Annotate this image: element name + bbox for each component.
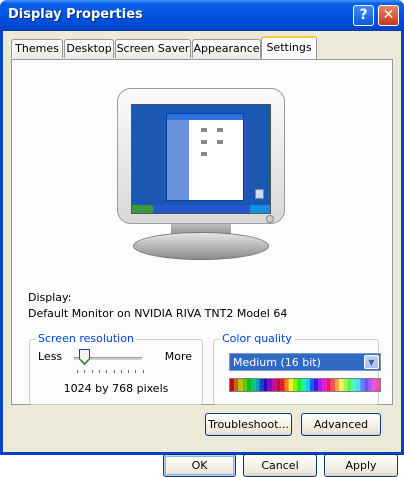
monitor-screen: [131, 104, 271, 214]
spectrum-swatch: [238, 379, 243, 391]
monitor-preview: [105, 72, 305, 272]
spectrum-swatch: [339, 379, 344, 391]
tab-settings[interactable]: Settings: [261, 36, 317, 59]
tab-appearance[interactable]: Appearance: [192, 39, 261, 58]
spectrum-swatch: [360, 379, 365, 391]
spectrum-swatch: [272, 379, 277, 391]
spectrum-swatch: [335, 379, 340, 391]
slider-tick: [98, 370, 100, 373]
slider-tick: [128, 370, 130, 373]
spectrum-swatch: [288, 379, 293, 391]
chevron-down-icon[interactable]: ▼: [364, 355, 379, 369]
color-quality-dropdown[interactable]: Medium (16 bit) ▼: [229, 353, 381, 371]
color-quality-group: Color quality Medium (16 bit) ▼: [213, 332, 381, 405]
title-bar[interactable]: Display Properties ? ✕: [0, 0, 404, 31]
resolution-value: 1024 by 768 pixels: [63, 382, 169, 395]
spectrum-swatch: [284, 379, 289, 391]
slider-tick: [120, 370, 122, 373]
spectrum-swatch: [234, 379, 239, 391]
spectrum-swatch: [326, 379, 331, 391]
slider-tick: [106, 370, 108, 373]
tab-themes[interactable]: Themes: [11, 39, 63, 58]
troubleshoot-button[interactable]: Troubleshoot...: [205, 413, 292, 436]
preview-tray: [250, 205, 270, 213]
settings-panel: Display: Default Monitor on NVIDIA RIVA …: [11, 59, 393, 405]
dialog-body: Themes Desktop Screen Saver Appearance S…: [3, 31, 401, 477]
spectrum-swatch: [305, 379, 310, 391]
spectrum-swatch: [364, 379, 369, 391]
advanced-button[interactable]: Advanced: [301, 413, 381, 436]
recycle-bin-icon: [255, 189, 264, 199]
cancel-button[interactable]: Cancel: [243, 454, 317, 477]
power-led-icon: [266, 215, 274, 223]
help-button[interactable]: ?: [353, 5, 374, 26]
color-quality-title: Color quality: [220, 332, 294, 345]
spectrum-swatch: [301, 379, 306, 391]
display-properties-window: Display Properties ? ✕ Themes Desktop Sc…: [0, 0, 404, 477]
slider-tick: [84, 370, 86, 373]
apply-button[interactable]: Apply: [324, 454, 398, 477]
monitor-bezel: [117, 88, 285, 224]
slider-tick: [142, 370, 144, 373]
screen-resolution-group: Screen resolution Less More 1024 by 768 …: [29, 332, 203, 405]
spectrum-swatch: [377, 379, 380, 391]
tab-screen-saver[interactable]: Screen Saver: [115, 39, 191, 58]
ok-button[interactable]: OK: [163, 454, 236, 477]
spectrum-swatch: [263, 379, 268, 391]
spectrum-swatch: [318, 379, 323, 391]
slider-tick: [91, 370, 93, 373]
spectrum-swatch: [230, 379, 235, 391]
more-label: More: [164, 350, 192, 363]
spectrum-swatch: [356, 379, 361, 391]
spectrum-swatch: [309, 379, 314, 391]
spectrum-swatch: [242, 379, 247, 391]
spectrum-swatch: [255, 379, 260, 391]
tab-desktop[interactable]: Desktop: [64, 39, 114, 58]
spectrum-swatch: [368, 379, 373, 391]
spectrum-swatch: [267, 379, 272, 391]
color-quality-value: Medium (16 bit): [233, 356, 321, 369]
spectrum-swatch: [343, 379, 348, 391]
preview-start-button: [132, 205, 154, 213]
slider-tick: [113, 370, 115, 373]
slider-tick: [77, 370, 78, 373]
spectrum-swatch: [251, 379, 256, 391]
spectrum-swatch: [280, 379, 285, 391]
slider-tick: [135, 370, 137, 373]
slider-ticks: [77, 370, 145, 373]
display-label: Display:: [28, 291, 72, 304]
spectrum-swatch: [246, 379, 251, 391]
spectrum-swatch: [297, 379, 302, 391]
less-label: Less: [38, 350, 63, 363]
spectrum-swatch: [314, 379, 319, 391]
close-button[interactable]: ✕: [378, 5, 399, 26]
spectrum-swatch: [330, 379, 335, 391]
spectrum-swatch: [372, 379, 377, 391]
spectrum-swatch: [276, 379, 281, 391]
window-title: Display Properties: [8, 7, 143, 22]
screen-resolution-title: Screen resolution: [36, 332, 136, 345]
color-spectrum-bar: [229, 378, 381, 392]
monitor-base: [133, 232, 269, 260]
spectrum-swatch: [293, 379, 298, 391]
display-device-name: Default Monitor on NVIDIA RIVA TNT2 Mode…: [28, 307, 288, 320]
resolution-slider-thumb[interactable]: [79, 349, 91, 365]
spectrum-swatch: [259, 379, 264, 391]
preview-window: [166, 113, 244, 201]
spectrum-swatch: [347, 379, 352, 391]
spectrum-swatch: [322, 379, 327, 391]
spectrum-swatch: [351, 379, 356, 391]
